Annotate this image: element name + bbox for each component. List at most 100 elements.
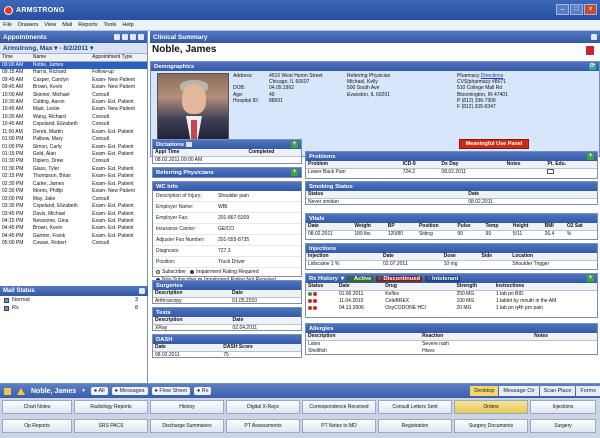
col-header[interactable]: Position	[416, 223, 456, 231]
col-header[interactable]: Date	[380, 253, 442, 261]
wc-field-value[interactable]: 201-867-5309	[218, 215, 249, 221]
nav-tab-desktop[interactable]: Desktop	[470, 386, 499, 396]
doc-button-registration[interactable]: Registration	[378, 419, 452, 433]
doc-button-discharge-summaries[interactable]: Discharge Summaries	[150, 419, 224, 433]
appointment-row[interactable]: 10:45 AM Copeland, Elizabeth Consult	[0, 121, 147, 128]
doc-button-op-reports[interactable]: Op Reports	[2, 419, 72, 433]
col-header[interactable]: Status	[306, 283, 337, 291]
col-header[interactable]: BMI	[542, 223, 565, 231]
appointment-row[interactable]: 04:45 PM Gartner, Frank Exam- Est. Patient	[0, 233, 147, 240]
appointment-row[interactable]: 01:15 PM Gold, Alan Exam- Est. Patient	[0, 151, 147, 158]
col-header[interactable]: Description	[306, 333, 421, 341]
filter-discontinued[interactable]: Discontinued	[376, 275, 423, 282]
grid-icon[interactable]	[138, 34, 144, 40]
col-header[interactable]: Appointment Type	[90, 54, 147, 62]
menu-mail[interactable]: Mail	[62, 22, 72, 28]
doc-button-orders[interactable]: Orders	[454, 400, 528, 414]
appointment-row[interactable]: 03:45 PM Davis, Michael Exam- Est. Patient	[0, 210, 147, 217]
wc-field-value[interactable]: WBI	[218, 204, 227, 210]
home-icon[interactable]	[4, 387, 11, 395]
add-dictation-button[interactable]: +	[291, 141, 298, 148]
col-header[interactable]: Location	[510, 253, 597, 261]
wc-field-value[interactable]: Shoulder pain	[218, 193, 249, 199]
mail-status-item[interactable]: Normal 3	[0, 296, 148, 304]
appointment-row[interactable]: 09:45 AM Brown, Kevin Exam- New Patient	[0, 84, 147, 91]
subscriber-radio[interactable]	[156, 269, 160, 274]
lock-icon[interactable]	[591, 34, 597, 40]
maximize-button[interactable]: □	[570, 4, 583, 15]
folder-icon[interactable]	[114, 34, 120, 40]
menu-reports[interactable]: Reports	[78, 22, 97, 28]
appointment-row[interactable]: 11:00 AM Derek, Martin Exam- Est. Patient	[0, 129, 147, 136]
doc-button-radiology-reports[interactable]: Radiology Reports	[74, 400, 148, 414]
appointment-row[interactable]: 05:00 PM Cowan, Robert Consult	[0, 240, 147, 247]
doc-button-correspondence-received[interactable]: Correspondence Received	[302, 400, 376, 414]
add-problem-button[interactable]: +	[587, 153, 594, 160]
allergy-row[interactable]: Shellfish Hives	[306, 348, 597, 355]
appointment-row[interactable]: 10:30 AM Wang, Richard Consult	[0, 114, 147, 121]
close-button[interactable]: ×	[584, 4, 597, 15]
menu-help[interactable]: Help	[122, 22, 133, 28]
allergy-row[interactable]: Latex Severe rash	[306, 341, 597, 349]
appointment-row[interactable]: 04:45 PM Brown, Kevin Exam- Est. Patient	[0, 225, 147, 232]
filter-chip-flow-sheet[interactable]: ● Flow Sheet	[151, 387, 190, 395]
appointment-row[interactable]: 03:00 PM May, Jake Consult	[0, 195, 147, 202]
wc-field-value[interactable]: 201-555-8735	[218, 237, 249, 243]
filter-chip-all[interactable]: ● All	[90, 387, 108, 395]
menu-view[interactable]: View	[44, 22, 56, 28]
col-header[interactable]: O2 Sat	[564, 223, 597, 231]
subscriber-radio-row[interactable]: Subscriber Impairment Rating Required	[153, 268, 301, 276]
wc-field-value[interactable]: Truck Driver	[218, 259, 245, 265]
col-header[interactable]: Pulse	[455, 223, 484, 231]
envelope-icon[interactable]	[547, 169, 555, 175]
filter-chip-messages[interactable]: ● Messages	[111, 387, 148, 395]
star-icon[interactable]	[122, 34, 128, 40]
appointment-row[interactable]: 10:30 AM Cutting, Aaron Exam- Est. Patient	[0, 99, 147, 106]
menu-drawers[interactable]: Drawers	[18, 22, 38, 28]
discontinue-icon[interactable]	[313, 291, 317, 296]
col-header[interactable]: Temp	[483, 223, 511, 231]
rx-row[interactable]: 04.13.2006 OxyCODONE HCl 20 MG 1 tab po q4h…	[306, 305, 597, 312]
doc-button-srs-pacs[interactable]: SRS PACS	[74, 419, 148, 433]
discontinue-icon[interactable]	[313, 298, 317, 303]
doc-button-surgery-documents[interactable]: Surgery Documents	[454, 419, 528, 433]
filter-active[interactable]: Active	[346, 275, 374, 282]
wc-field-value[interactable]: GEICO	[218, 226, 234, 232]
col-header[interactable]: Time	[0, 54, 31, 62]
col-header[interactable]: Height	[510, 223, 543, 231]
nav-tab-message-ctr[interactable]: Message Ctr	[499, 386, 539, 396]
col-header[interactable]: Dose	[441, 253, 480, 261]
col-header[interactable]: Instructions	[493, 283, 597, 291]
menu-file[interactable]: File	[3, 22, 12, 28]
appointment-row[interactable]: 01:30 PM Dipiero, Drew Consult	[0, 158, 147, 165]
refresh-demographics-icon[interactable]: ⟳	[589, 63, 596, 70]
flag-icon[interactable]	[586, 46, 594, 55]
appointment-row[interactable]: 01:30 PM Glass, Tyler Exam- Est. Patient	[0, 166, 147, 173]
doc-button-injections[interactable]: Injections	[530, 400, 596, 414]
nav-tab-forms[interactable]: Forms	[576, 386, 600, 396]
col-header[interactable]: BP	[385, 223, 417, 231]
col-header[interactable]: Injection	[306, 253, 381, 261]
pharmacy-directions-link[interactable]: Directions	[481, 73, 503, 79]
appointment-row[interactable]: 01:00 PM Palbow, Mary Consult	[0, 136, 147, 143]
filter-intolerant[interactable]: Intolerant	[425, 275, 461, 282]
doc-button-chart-notes[interactable]: Chart Notes	[2, 400, 72, 414]
filter-chip-rx[interactable]: ● Rx	[193, 387, 212, 395]
calendar-icon[interactable]	[130, 34, 136, 40]
doc-button-pt-notes-to-md[interactable]: PT Notes to MD	[302, 419, 376, 433]
col-header[interactable]: Notes	[532, 333, 597, 341]
appointment-row[interactable]: 10:45 AM Mast, Leslie Exam- New Patient	[0, 106, 147, 113]
doc-button-digital-x-rays[interactable]: Digital X-Rays	[226, 400, 300, 414]
rx-row[interactable]: 01.06.2011 Keflex 250 MG 1 tab po BID	[306, 291, 597, 299]
discontinue-icon[interactable]	[313, 305, 317, 310]
mail-status-item[interactable]: Rx 8	[0, 304, 148, 312]
provider-date-bar[interactable]: Armstrong, Max ▾ - 8/2/2011 ▾	[0, 43, 147, 54]
meaningful-use-button[interactable]: Meaningful Use Panel	[459, 139, 529, 149]
appointment-row[interactable]: 04:15 PM Newsome, Gina Exam- Est. Patient	[0, 218, 147, 225]
appointment-row[interactable]: 03:30 PM Copeland, Elizabeth Exam- Est. Pa…	[0, 203, 147, 210]
minimize-button[interactable]: –	[556, 4, 569, 15]
col-header[interactable]: Drug	[383, 283, 455, 291]
add-rx-button[interactable]: +	[587, 275, 594, 282]
refresh-icon[interactable]	[139, 288, 145, 294]
col-header[interactable]: Date	[336, 283, 384, 291]
